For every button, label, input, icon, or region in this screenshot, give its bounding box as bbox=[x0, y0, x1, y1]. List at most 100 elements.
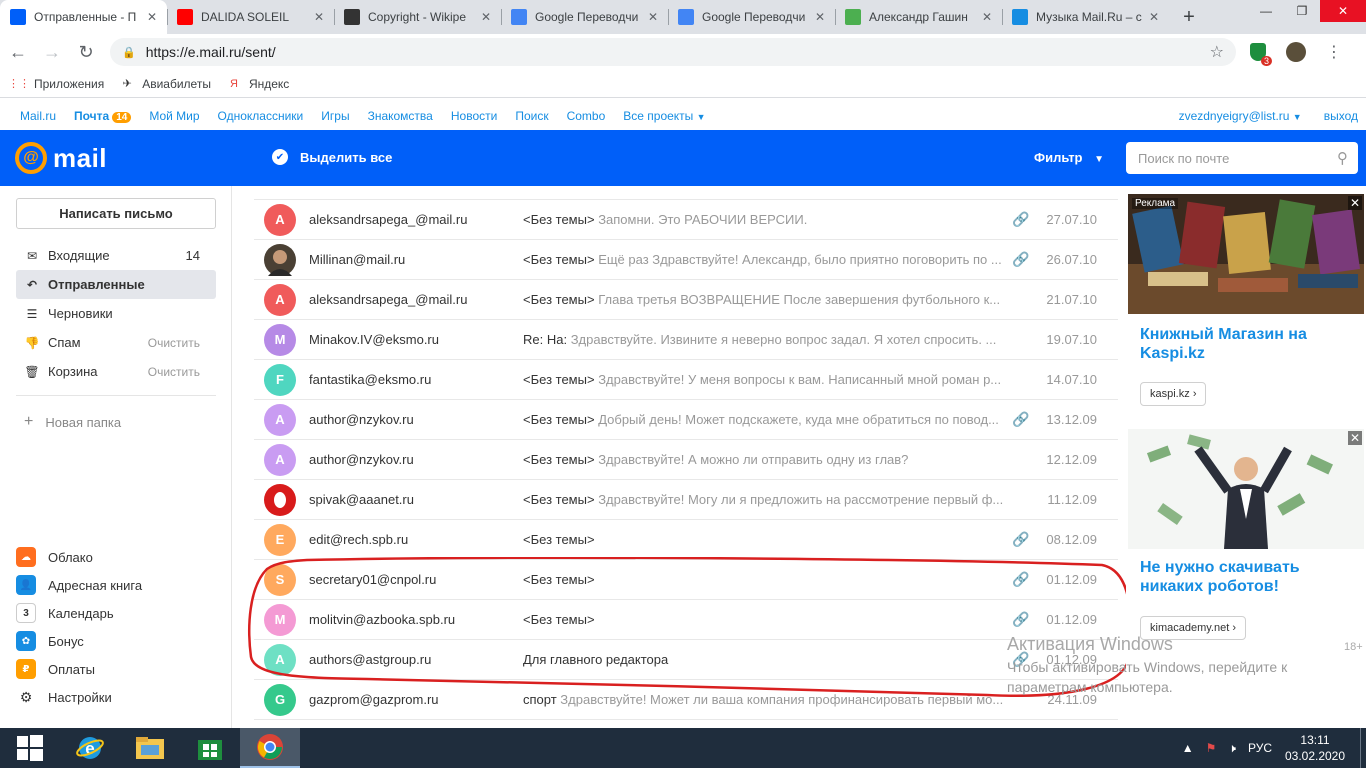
table-row[interactable]: spivak@aaanet.ru <Без темы> Здравствуйте!… bbox=[254, 480, 1118, 520]
paperclip-icon[interactable]: 🔗 bbox=[1005, 411, 1037, 428]
bookmark-star-icon[interactable]: ☆ bbox=[1210, 42, 1224, 62]
ad-close-icon[interactable]: ✕ bbox=[1348, 196, 1362, 210]
sidebar-item[interactable]: 👎 Спам Очистить bbox=[16, 328, 216, 357]
close-icon[interactable]: ✕ bbox=[312, 10, 326, 24]
sidebar-item[interactable]: ↶ Отправленные bbox=[16, 270, 216, 299]
search-input[interactable] bbox=[1138, 150, 1337, 166]
portal-link-novosti[interactable]: Новости bbox=[451, 109, 497, 123]
portal-link-znakomstva[interactable]: Знакомства bbox=[368, 109, 433, 123]
back-arrow-icon[interactable]: ← bbox=[2, 36, 34, 68]
chevron-up-icon[interactable]: ▲ bbox=[1182, 741, 1194, 755]
service-item[interactable]: 3 Календарь bbox=[16, 599, 216, 627]
table-row[interactable]: Eedit@rech.spb.ru <Без темы> 🔗 08.12.09 bbox=[254, 520, 1118, 560]
paperclip-icon[interactable]: 🔗 bbox=[1005, 251, 1037, 268]
clean-folder-link[interactable]: Очистить bbox=[148, 365, 200, 379]
flag-icon[interactable]: ⚑ bbox=[1206, 741, 1217, 755]
menu-kebab-icon[interactable]: ⋮ bbox=[1318, 36, 1350, 68]
service-item[interactable]: ⚙ Настройки bbox=[16, 683, 216, 711]
close-icon[interactable]: ✕ bbox=[813, 10, 827, 24]
service-item[interactable]: ₽ Оплаты bbox=[16, 655, 216, 683]
sidebar-item[interactable]: ☰ Черновики bbox=[16, 299, 216, 328]
filter-button[interactable]: Фильтр ▼ bbox=[1034, 150, 1104, 165]
ad-title[interactable]: Книжный Магазин на Kaspi.kz bbox=[1140, 325, 1340, 363]
calendar-icon: 3 bbox=[16, 603, 36, 623]
clock[interactable]: 13:11 03.02.2020 bbox=[1278, 732, 1352, 764]
internet-explorer-icon[interactable]: e bbox=[60, 728, 120, 768]
table-row[interactable]: Millinan@mail.ru <Без темы> Ещё раз Здрав… bbox=[254, 240, 1118, 280]
table-row[interactable]: M Minakov.IV@eksmo.ru Re: На: Здравствуйте… bbox=[254, 320, 1118, 360]
close-icon[interactable]: ✕ bbox=[646, 10, 660, 24]
mail-logo[interactable]: @ mail bbox=[15, 142, 107, 174]
file-explorer-icon[interactable] bbox=[120, 728, 180, 768]
forward-arrow-icon[interactable]: → bbox=[36, 36, 68, 68]
browser-tab[interactable]: Google Переводчи ✕ bbox=[501, 0, 668, 34]
browser-toolbar: ← → ↻ 🔒 https://e.mail.ru/sent/ ☆ 3 ⋮ bbox=[0, 34, 1366, 70]
reload-icon[interactable]: ↻ bbox=[70, 36, 102, 68]
ad-close-icon[interactable]: ✕ bbox=[1348, 431, 1362, 445]
portal-link-poisk[interactable]: Поиск bbox=[515, 109, 548, 123]
new-tab-button[interactable]: + bbox=[1169, 0, 1209, 34]
message-date: 27.07.10 bbox=[1046, 212, 1097, 227]
table-row[interactable]: Aaleksandrsapega_@mail.ru <Без темы> Глав… bbox=[254, 280, 1118, 320]
service-item[interactable]: 👤 Адресная книга bbox=[16, 571, 216, 599]
extension-shield-icon[interactable]: 3 bbox=[1242, 36, 1274, 68]
language-indicator[interactable]: РУС bbox=[1248, 741, 1272, 755]
browser-tab[interactable]: Отправленные - П ✕ bbox=[0, 0, 167, 34]
ad-title[interactable]: Не нужно скачивать никаких роботов! bbox=[1140, 558, 1340, 596]
avatar: A bbox=[264, 403, 296, 436]
bookmark-label: Яндекс bbox=[248, 76, 290, 91]
browser-tab[interactable]: Copyright - Wikipe ✕ bbox=[334, 0, 501, 34]
ad-books-image[interactable]: Реклама ✕ bbox=[1128, 194, 1364, 314]
service-item[interactable]: ☁ Облако bbox=[16, 543, 216, 571]
browser-tab[interactable]: Музыка Mail.Ru – с ✕ bbox=[1002, 0, 1169, 34]
portal-link-igry[interactable]: Игры bbox=[321, 109, 349, 123]
chrome-icon[interactable] bbox=[240, 728, 300, 768]
close-icon[interactable]: ✕ bbox=[479, 10, 493, 24]
ad-link[interactable]: kaspi.kz › bbox=[1140, 382, 1207, 406]
ad-money-image[interactable]: ✕ bbox=[1128, 429, 1364, 549]
service-item[interactable]: ✿ Бонус bbox=[16, 627, 216, 655]
address-bar[interactable]: 🔒 https://e.mail.ru/sent/ ☆ bbox=[110, 38, 1236, 66]
close-icon[interactable]: ✕ bbox=[980, 10, 994, 24]
browser-tab[interactable]: Александр Гашин ✕ bbox=[835, 0, 1002, 34]
sidebar-item[interactable]: 🗑 Корзина Очистить bbox=[16, 357, 216, 386]
minimize-icon[interactable]: — bbox=[1248, 0, 1284, 22]
windows-start-icon[interactable] bbox=[0, 728, 60, 768]
browser-tab[interactable]: DALIDA SOLEIL ✕ bbox=[167, 0, 334, 34]
new-folder-button[interactable]: + Новая папка bbox=[24, 413, 121, 431]
paperclip-icon[interactable]: 🔗 bbox=[1005, 211, 1037, 228]
table-row[interactable]: Aaleksandrsapega_@mail.ru <Без темы> Запо… bbox=[254, 200, 1118, 240]
close-icon[interactable]: ✕ bbox=[145, 10, 159, 24]
bookmark-item[interactable]: Я Яндекс bbox=[227, 77, 289, 91]
clean-folder-link[interactable]: Очистить bbox=[148, 336, 200, 350]
table-row[interactable]: Aauthor@nzykov.ru <Без темы> Здравствуйте… bbox=[254, 440, 1118, 480]
logout-link[interactable]: выход bbox=[1324, 109, 1358, 123]
compose-button[interactable]: Написать письмо bbox=[16, 198, 216, 229]
bookmark-item[interactable]: ⋮⋮ Приложения bbox=[8, 77, 104, 91]
avatar[interactable] bbox=[1280, 36, 1312, 68]
search-icon[interactable]: ⚲ bbox=[1337, 149, 1348, 167]
subject-text: Re: На: bbox=[523, 332, 568, 347]
show-desktop-button[interactable] bbox=[1360, 728, 1366, 768]
portal-link-combo[interactable]: Combo bbox=[567, 109, 606, 123]
portal-link-pochta[interactable]: Почта 14 bbox=[74, 109, 132, 123]
store-icon[interactable] bbox=[180, 728, 240, 768]
close-window-icon[interactable]: ✕ bbox=[1320, 0, 1366, 22]
browser-tab[interactable]: Google Переводчи ✕ bbox=[668, 0, 835, 34]
portal-link-mailru[interactable]: Mail.ru bbox=[20, 109, 56, 123]
table-row[interactable]: Ffantastika@eksmo.ru <Без темы> Здравству… bbox=[254, 360, 1118, 400]
select-all-button[interactable]: ✔ Выделить все bbox=[272, 149, 392, 165]
restore-icon[interactable]: ❐ bbox=[1284, 0, 1320, 22]
portal-link-moi-mir[interactable]: Мой Мир bbox=[149, 109, 199, 123]
bookmark-item[interactable]: ✈ Авиабилеты bbox=[120, 77, 211, 91]
close-icon[interactable]: ✕ bbox=[1147, 10, 1161, 24]
portal-link-all-projects[interactable]: Все проекты ▼ bbox=[623, 109, 705, 123]
table-row[interactable]: Aauthor@nzykov.ru <Без темы> Добрый день!… bbox=[254, 400, 1118, 440]
sidebar-item[interactable]: ✉ Входящие 14 bbox=[16, 241, 216, 270]
speaker-icon[interactable]: 🕨 bbox=[1228, 741, 1236, 756]
table-row[interactable] bbox=[254, 186, 1118, 200]
paperclip-icon[interactable]: 🔗 bbox=[1005, 531, 1037, 548]
chevron-right-icon: › bbox=[1192, 388, 1197, 400]
portal-link-odnoklassniki[interactable]: Одноклассники bbox=[218, 109, 304, 123]
account-menu[interactable]: zvezdnyeigry@list.ru ▼ bbox=[1179, 109, 1302, 123]
